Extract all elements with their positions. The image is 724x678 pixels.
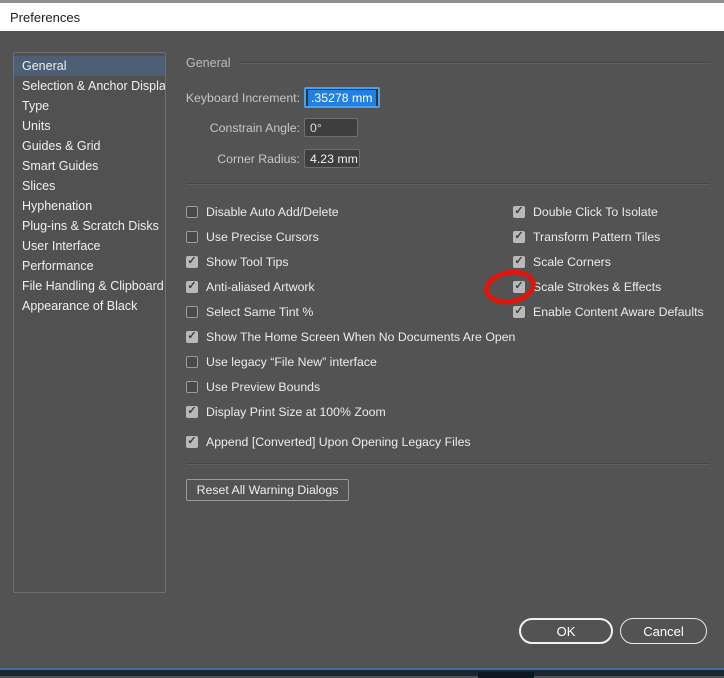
checkbox-label: Select Same Tint %	[206, 305, 313, 319]
checkbox-label: Use Preview Bounds	[206, 380, 320, 394]
check-mark-icon: ✓	[514, 206, 523, 217]
divider-top	[186, 183, 710, 185]
checkbox-label: Scale Corners	[533, 255, 611, 269]
sidebar-item-general[interactable]: General	[14, 56, 165, 76]
checkbox-row-select-same-tint: Select Same Tint %	[186, 299, 515, 324]
checkbox-row-transform-pattern-tiles: ✓ Transform Pattern Tiles	[513, 224, 704, 249]
checkbox-column-left: Disable Auto Add/Delete Use Precise Curso…	[186, 199, 515, 454]
check-mark-icon: ✓	[187, 256, 196, 267]
checkbox-row-show-tool-tips: ✓ Show Tool Tips	[186, 249, 515, 274]
corner-radius-input[interactable]: 4.23 mm	[304, 149, 360, 168]
checkbox-label: Show Tool Tips	[206, 255, 288, 269]
sidebar-item-appearance-of-black[interactable]: Appearance of Black	[14, 296, 165, 316]
cancel-button[interactable]: Cancel	[620, 618, 707, 644]
checkbox-label: Scale Strokes & Effects	[533, 280, 661, 294]
sidebar-item-selection-anchor-display[interactable]: Selection & Anchor Display	[14, 76, 165, 96]
section-heading-row: General	[186, 55, 710, 71]
checkbox-row-enable-content-aware-defaults: ✓ Enable Content Aware Defaults	[513, 299, 704, 324]
sidebar-item-smart-guides[interactable]: Smart Guides	[14, 156, 165, 176]
checkbox-row-scale-corners: ✓ Scale Corners	[513, 249, 704, 274]
checkbox-use-preview-bounds[interactable]	[186, 381, 198, 393]
sidebar-item-slices[interactable]: Slices	[14, 176, 165, 196]
sidebar-item-plug-ins-scratch-disks[interactable]: Plug-ins & Scratch Disks	[14, 216, 165, 236]
checkbox-label: Append [Converted] Upon Opening Legacy F…	[206, 435, 471, 449]
divider-bottom	[186, 463, 710, 465]
keyboard-increment-label: Keyboard Increment:	[182, 91, 300, 105]
sidebar-list: GeneralSelection & Anchor DisplayTypeUni…	[13, 52, 166, 593]
checkbox-show-the-home-screen-when-no-documents-are-open[interactable]: ✓	[186, 331, 198, 343]
corner-radius-row: Corner Radius: 4.23 mm	[182, 149, 360, 168]
heading-divider	[240, 62, 710, 64]
checkbox-select-same-tint[interactable]	[186, 306, 198, 318]
reset-warning-dialogs-button[interactable]: Reset All Warning Dialogs	[186, 479, 349, 501]
taskbar-edge	[0, 668, 724, 676]
checkbox-label: Enable Content Aware Defaults	[533, 305, 704, 319]
checkbox-row-disable-auto-add-delete: Disable Auto Add/Delete	[186, 199, 515, 224]
section-heading: General	[186, 56, 230, 70]
checkbox-column-right: ✓ Double Click To Isolate ✓ Transform Patte…	[513, 199, 704, 324]
ok-button[interactable]: OK	[519, 618, 613, 644]
dialog-titlebar[interactable]: Preferences	[0, 0, 724, 31]
check-mark-icon: ✓	[187, 406, 196, 417]
sidebar-item-guides-grid[interactable]: Guides & Grid	[14, 136, 165, 156]
sidebar-item-file-handling-clipboard[interactable]: File Handling & Clipboard	[14, 276, 165, 296]
corner-radius-label: Corner Radius:	[182, 152, 300, 166]
sidebar-item-user-interface[interactable]: User Interface	[14, 236, 165, 256]
checkbox-label: Anti-aliased Artwork	[206, 280, 315, 294]
check-mark-icon: ✓	[514, 281, 523, 292]
checkbox-transform-pattern-tiles[interactable]: ✓	[513, 231, 525, 243]
checkbox-use-precise-cursors[interactable]	[186, 231, 198, 243]
checkbox-use-legacy-file-new-interface[interactable]	[186, 356, 198, 368]
constrain-angle-row: Constrain Angle: 0°	[182, 118, 358, 137]
checkbox-disable-auto-add-delete[interactable]	[186, 206, 198, 218]
checkbox-row-use-preview-bounds: Use Preview Bounds	[186, 374, 515, 399]
keyboard-increment-row: Keyboard Increment: .35278 mm	[182, 87, 380, 108]
sidebar-item-performance[interactable]: Performance	[14, 256, 165, 276]
checkbox-anti-aliased-artwork[interactable]: ✓	[186, 281, 198, 293]
checkbox-row-anti-aliased-artwork: ✓ Anti-aliased Artwork	[186, 274, 515, 299]
taskbar-notch	[478, 672, 534, 678]
checkbox-label: Transform Pattern Tiles	[533, 230, 660, 244]
checkbox-row-use-precise-cursors: Use Precise Cursors	[186, 224, 515, 249]
check-mark-icon: ✓	[187, 436, 196, 447]
sidebar-item-type[interactable]: Type	[14, 96, 165, 116]
checkbox-row-display-print-size-at-100-zoom: ✓ Display Print Size at 100% Zoom	[186, 399, 515, 424]
checkbox-scale-strokes-effects[interactable]: ✓	[513, 281, 525, 293]
checkbox-show-tool-tips[interactable]: ✓	[186, 256, 198, 268]
sidebar-item-units[interactable]: Units	[14, 116, 165, 136]
check-mark-icon: ✓	[514, 256, 523, 267]
checkbox-label: Disable Auto Add/Delete	[206, 205, 339, 219]
check-mark-icon: ✓	[187, 281, 196, 292]
checkbox-row-scale-strokes-effects: ✓ Scale Strokes & Effects	[513, 274, 704, 299]
constrain-angle-input[interactable]: 0°	[304, 118, 358, 137]
checkbox-enable-content-aware-defaults[interactable]: ✓	[513, 306, 525, 318]
checkbox-row-append-converted-upon-opening-legacy-files: ✓ Append [Converted] Upon Opening Legacy …	[186, 429, 515, 454]
checkbox-row-show-the-home-screen-when-no-documents-are-open: ✓ Show The Home Screen When No Documents …	[186, 324, 515, 349]
checkbox-scale-corners[interactable]: ✓	[513, 256, 525, 268]
checkbox-label: Display Print Size at 100% Zoom	[206, 405, 386, 419]
checkbox-double-click-to-isolate[interactable]: ✓	[513, 206, 525, 218]
checkbox-row-use-legacy-file-new-interface: Use legacy “File New” interface	[186, 349, 515, 374]
checkbox-label: Use Precise Cursors	[206, 230, 319, 244]
checkbox-display-print-size-at-100-zoom[interactable]: ✓	[186, 406, 198, 418]
check-mark-icon: ✓	[514, 231, 523, 242]
checkbox-label: Double Click To Isolate	[533, 205, 658, 219]
checkbox-label: Show The Home Screen When No Documents A…	[206, 330, 515, 344]
keyboard-increment-value: .35278 mm	[308, 90, 376, 106]
constrain-angle-value: 0°	[310, 121, 322, 135]
checkbox-row-double-click-to-isolate: ✓ Double Click To Isolate	[513, 199, 704, 224]
preferences-dialog: GeneralSelection & Anchor DisplayTypeUni…	[0, 31, 724, 668]
dialog-title: Preferences	[10, 10, 80, 25]
check-mark-icon: ✓	[514, 306, 523, 317]
corner-radius-value: 4.23 mm	[310, 152, 358, 166]
sidebar-item-hyphenation[interactable]: Hyphenation	[14, 196, 165, 216]
constrain-angle-label: Constrain Angle:	[182, 121, 300, 135]
checkbox-label: Use legacy “File New” interface	[206, 355, 377, 369]
checkbox-append-converted-upon-opening-legacy-files[interactable]: ✓	[186, 436, 198, 448]
check-mark-icon: ✓	[187, 331, 196, 342]
keyboard-increment-input[interactable]: .35278 mm	[304, 87, 380, 108]
